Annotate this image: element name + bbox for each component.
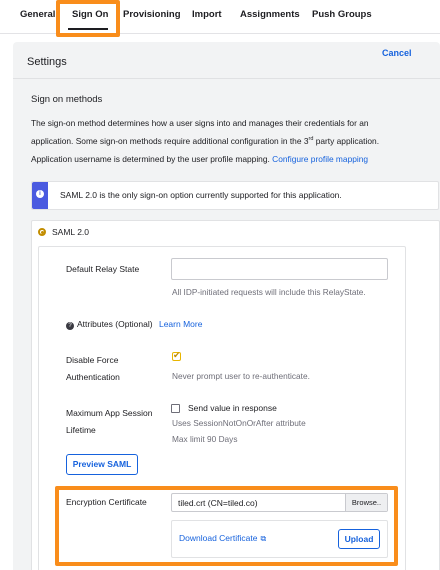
help-icon[interactable]: ? [66,322,74,330]
settings-divider [13,78,440,79]
info-icon: i [36,190,44,198]
tab-highlight-box [56,0,120,37]
tab-push-groups[interactable]: Push Groups [312,9,372,20]
label-line2: Lifetime [66,425,96,435]
cancel-link[interactable]: Cancel [382,48,412,58]
attributes-row: ? Attributes (Optional) Learn More [66,316,202,333]
label-line2: Authentication [66,372,120,382]
session-help-1: Uses SessionNotOnOrAfter attribute [172,418,306,428]
description-text-end: party application. [313,135,380,146]
info-banner: i SAML 2.0 is the only sign-on option cu… [31,181,439,210]
info-stripe: i [32,182,48,209]
send-value-label: Send value in response [188,403,277,413]
info-banner-text: SAML 2.0 is the only sign-on option curr… [60,190,342,200]
sign-on-description-line2: application. Some sign-on methods requir… [31,131,431,149]
attributes-label: Attributes (Optional) [77,319,153,329]
settings-title: Settings [27,56,67,68]
sign-on-description-line1: The sign-on method determines how a user… [31,118,369,128]
send-value-checkbox[interactable] [171,404,180,413]
relay-state-help: All IDP-initiated requests will include … [172,287,366,297]
configure-profile-mapping-link[interactable]: Configure profile mapping [272,154,368,164]
tab-provisioning[interactable]: Provisioning [123,9,181,20]
tab-general[interactable]: General [20,9,55,20]
disable-force-auth-help: Never prompt user to re-authenticate. [172,371,310,381]
checkmark-icon: ✔ [173,350,181,360]
preview-saml-button[interactable]: Preview SAML [66,454,138,475]
learn-more-link[interactable]: Learn More [159,319,202,329]
tab-import[interactable]: Import [192,9,222,20]
radio-selected-dot [40,230,44,234]
certificate-highlight-box [55,486,398,566]
sign-on-methods-title: Sign on methods [31,94,103,105]
username-mapping-text: Application username is determined by th… [31,151,431,167]
label-line1: Disable Force [66,355,119,365]
disable-force-auth-label: Disable Force Authentication [66,352,120,386]
max-session-label: Maximum App Session Lifetime [66,405,152,439]
label-line1: Maximum App Session [66,408,153,418]
default-relay-state-label: Default Relay State [66,264,140,274]
saml-option-label: SAML 2.0 [52,227,90,237]
disable-force-auth-checkbox[interactable]: ✔ [172,350,181,361]
description-text: application. Some sign-on methods requir… [31,135,309,146]
username-text: Application username is determined by th… [31,154,270,164]
tab-assignments[interactable]: Assignments [240,9,300,20]
session-help-2: Max limit 90 Days [172,434,238,444]
default-relay-state-input[interactable] [171,258,388,280]
